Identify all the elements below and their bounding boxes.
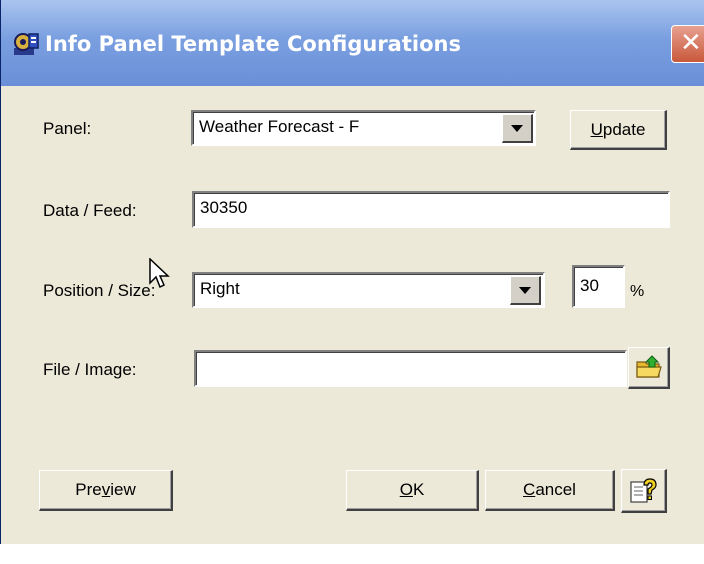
file-image-label: File / Image: bbox=[43, 360, 137, 379]
title-bar[interactable]: Info Panel Template Configurations ✕ bbox=[1, 0, 704, 86]
position-size-label: Position / Size: bbox=[43, 281, 156, 300]
cancel-button[interactable]: Cancel bbox=[485, 470, 615, 511]
close-button[interactable]: ✕ bbox=[671, 25, 704, 63]
panel-dropdown-button[interactable] bbox=[502, 114, 533, 143]
position-select[interactable]: Right bbox=[192, 272, 545, 308]
size-input[interactable]: 30 bbox=[572, 265, 625, 308]
ok-button[interactable]: OK bbox=[346, 470, 479, 511]
data-feed-input[interactable]: 30350 bbox=[192, 191, 670, 228]
browse-button[interactable] bbox=[628, 347, 670, 389]
help-question-icon bbox=[630, 478, 657, 503]
panel-label: Panel: bbox=[43, 119, 92, 138]
update-button[interactable]: Update bbox=[570, 110, 667, 150]
help-button[interactable] bbox=[621, 469, 667, 513]
position-dropdown-button[interactable] bbox=[510, 276, 541, 305]
data-feed-value: 30350 bbox=[200, 198, 248, 217]
gear-config-icon bbox=[14, 33, 39, 55]
preview-button[interactable]: Preview bbox=[39, 470, 173, 511]
panel-select-value: Weather Forecast - F bbox=[199, 117, 360, 136]
window-title: Info Panel Template Configurations bbox=[45, 32, 461, 56]
data-feed-label: Data / Feed: bbox=[43, 201, 137, 220]
size-value: 30 bbox=[580, 276, 599, 295]
file-image-input[interactable] bbox=[194, 350, 627, 387]
mouse-cursor-icon bbox=[149, 258, 170, 289]
panel-select[interactable]: Weather Forecast - F bbox=[191, 110, 536, 146]
folder-up-icon bbox=[636, 355, 662, 378]
position-select-value: Right bbox=[200, 279, 240, 298]
dialog-window: Info Panel Template Configurations ✕ Pan… bbox=[0, 0, 704, 544]
size-unit: % bbox=[630, 283, 645, 300]
